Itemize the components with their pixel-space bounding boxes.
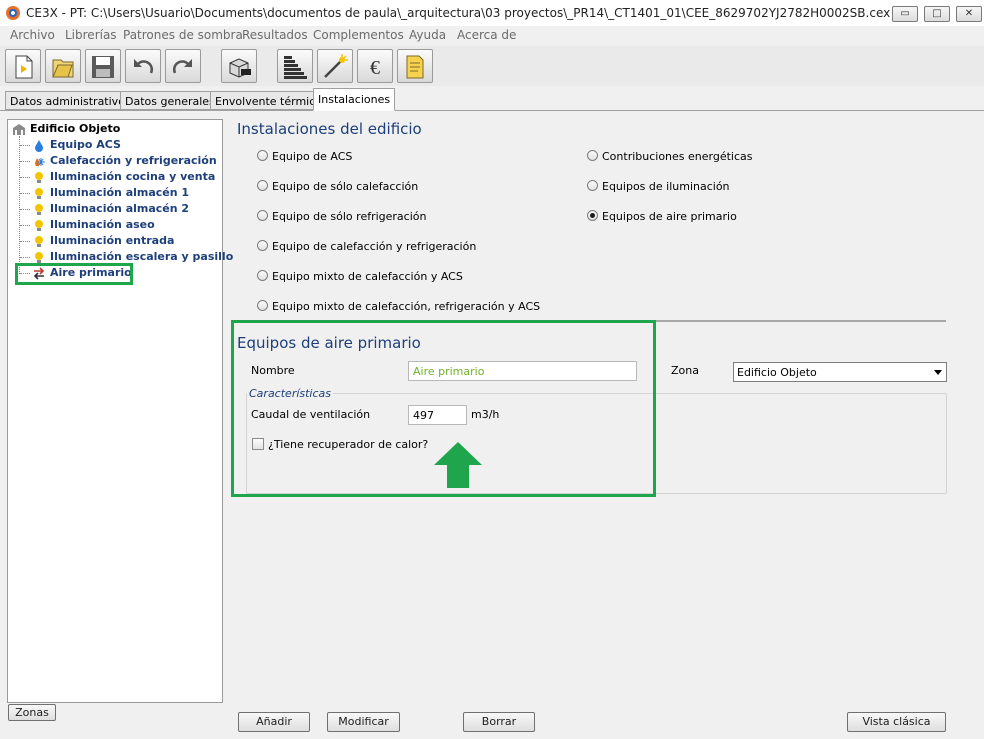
radio-label: Equipo de calefacción y refrigeración	[272, 240, 477, 253]
zona-label: Zona	[671, 364, 699, 377]
tree-item-label: Iluminación escalera y pasillo	[50, 250, 234, 263]
radio-equipo-acs[interactable]	[257, 150, 268, 161]
redo-icon	[173, 59, 192, 74]
economic-analysis-button[interactable]: €	[357, 49, 393, 83]
radio-mixto-calef-refrig-acs[interactable]	[257, 300, 268, 311]
minimize-button[interactable]: ▭	[892, 6, 918, 22]
tree-item-label: Iluminación cocina y venta	[50, 170, 216, 183]
radio-contribuciones-energeticas[interactable]	[587, 150, 598, 161]
modify-button[interactable]: Modificar	[327, 712, 400, 732]
zona-select[interactable]: Edificio Objeto	[733, 362, 947, 382]
radio-mixto-calefaccion-acs[interactable]	[257, 270, 268, 281]
svg-text:€: €	[370, 57, 380, 79]
open-file-button[interactable]	[45, 49, 81, 83]
menu-ayuda[interactable]: Ayuda	[409, 28, 446, 42]
radio-calefaccion-refrigeracion[interactable]	[257, 240, 268, 251]
radio-equipos-aire-primario[interactable]	[587, 210, 598, 221]
installations-title: Instalaciones del edificio	[237, 120, 422, 138]
radio-label: Equipo de sólo refrigeración	[272, 210, 427, 223]
energy-rating-icon	[284, 56, 307, 79]
building-3d-icon	[229, 58, 251, 78]
radio-label: Contribuciones energéticas	[602, 150, 753, 163]
chevron-down-icon	[934, 370, 942, 375]
tab-instalaciones[interactable]: Instalaciones	[313, 88, 396, 111]
tree-item-label: Calefacción y refrigeración	[50, 154, 217, 167]
tree-item-label: Iluminación entrada	[50, 234, 175, 247]
radio-label: Equipo mixto de calefacción, refrigeraci…	[272, 300, 541, 313]
zona-select-value: Edificio Objeto	[737, 366, 817, 379]
open-file-icon	[52, 59, 74, 78]
zonas-button[interactable]: Zonas	[8, 704, 56, 721]
tree-root-label: Edificio Objeto	[30, 122, 121, 135]
radio-label: Equipo de sólo calefacción	[272, 180, 419, 193]
tree-item-label: Iluminación aseo	[50, 218, 155, 231]
flame-snowflake-icon	[35, 158, 45, 166]
ce3x-app-icon	[6, 6, 20, 20]
menu-resultados[interactable]: Resultados	[242, 28, 308, 42]
save-button[interactable]	[85, 49, 121, 83]
delete-button[interactable]: Borrar	[463, 712, 535, 732]
radio-label: Equipo de ACS	[272, 150, 353, 163]
tree-connector	[19, 136, 20, 274]
save-icon	[92, 56, 114, 78]
document-icon	[406, 55, 424, 79]
tree-dots	[20, 161, 30, 162]
form-highlight-box	[231, 320, 656, 497]
redo-button[interactable]	[165, 49, 201, 83]
radio-equipos-iluminacion[interactable]	[587, 180, 598, 191]
tab-bar-line	[0, 110, 984, 111]
tree-item-label: Equipo ACS	[50, 138, 121, 151]
tab-datos-administrativos[interactable]: Datos administrativos	[5, 91, 136, 110]
radio-label: Equipos de aire primario	[602, 210, 737, 223]
water-drop-icon	[35, 140, 43, 152]
new-file-button[interactable]	[5, 49, 41, 83]
undo-button[interactable]	[125, 49, 161, 83]
improvement-measures-button[interactable]	[317, 49, 353, 83]
improvement-measures-icon	[324, 54, 348, 78]
add-button[interactable]: Añadir	[238, 712, 310, 732]
tree-dots	[20, 145, 30, 146]
report-button[interactable]	[397, 49, 433, 83]
close-button[interactable]: ✕	[956, 6, 982, 22]
tree-item-label: Iluminación almacén 2	[50, 202, 190, 215]
menu-complementos[interactable]: Complementos	[313, 28, 404, 42]
radio-solo-refrigeracion[interactable]	[257, 210, 268, 221]
new-file-icon	[15, 55, 33, 79]
tree-highlight-box	[15, 263, 133, 285]
classic-view-button[interactable]: Vista clásica	[847, 712, 946, 732]
lightbulb-icon	[35, 236, 43, 247]
tree-dots	[20, 225, 30, 226]
tree-dots	[20, 257, 30, 258]
tree-dots	[20, 193, 30, 194]
lightbulb-icon	[35, 252, 43, 263]
euro-icon: €	[370, 57, 380, 79]
building-icon	[13, 124, 25, 135]
menu-archivo[interactable]: Archivo	[10, 28, 55, 42]
window-title: CE3X - PT: C:\Users\Usuario\Documents\do…	[26, 6, 891, 20]
menu-librerias[interactable]: Librerías	[65, 28, 117, 42]
building-3d-button[interactable]	[221, 49, 257, 83]
tab-envolvente-termica[interactable]: Envolvente térmica	[210, 91, 328, 110]
undo-icon	[134, 59, 153, 74]
energy-rating-button[interactable]	[277, 49, 313, 83]
tree-dots	[20, 241, 30, 242]
radio-solo-calefaccion[interactable]	[257, 180, 268, 191]
tree-dots	[20, 177, 30, 178]
tree-dots	[20, 209, 30, 210]
radio-label: Equipo mixto de calefacción y ACS	[272, 270, 463, 283]
lightbulb-icon	[35, 172, 43, 183]
lightbulb-icon	[35, 188, 43, 199]
lightbulb-icon	[35, 204, 43, 215]
maximize-button[interactable]: □	[924, 6, 950, 22]
tree-item-label: Iluminación almacén 1	[50, 186, 190, 199]
lightbulb-icon	[35, 220, 43, 231]
radio-label: Equipos de iluminación	[602, 180, 730, 193]
menu-acerca-de[interactable]: Acerca de	[457, 28, 516, 42]
menu-patrones-de-sombra[interactable]: Patrones de sombra	[123, 28, 243, 42]
tab-datos-generales[interactable]: Datos generales	[120, 91, 220, 110]
